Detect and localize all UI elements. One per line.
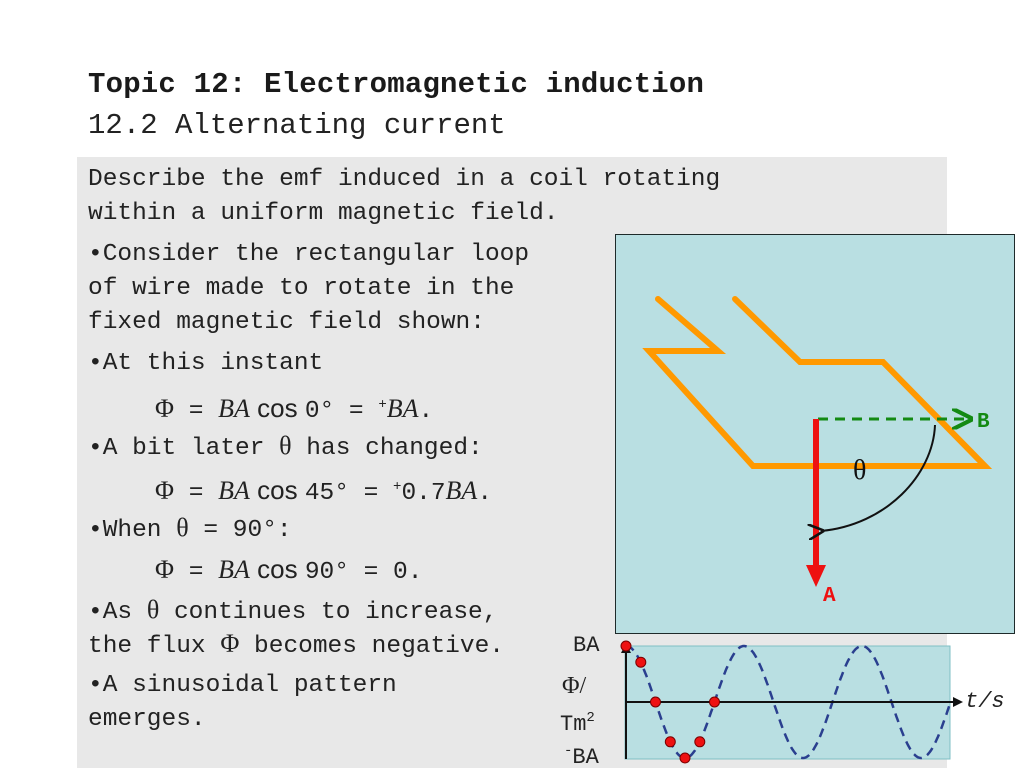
y-label-unit: Tm2 — [560, 710, 595, 737]
cos-term: cos — [249, 393, 305, 423]
angle-term: 0° = — [304, 398, 379, 425]
equals: = — [174, 480, 219, 507]
intro-line-2: within a uniform magnetic field. — [88, 200, 559, 227]
bullet-4-post: = 90°: — [188, 517, 292, 544]
x-axis-label: t/s — [965, 689, 1005, 714]
bullet-1-line-2: of wire made to rotate in the — [88, 275, 515, 302]
result-term: BA — [445, 476, 478, 505]
label-b: B — [977, 411, 990, 434]
bullet-4-pre: •When — [88, 517, 177, 544]
bullet-5-line-1: •As θ continues to increase, — [88, 593, 497, 630]
ba-term: BA — [218, 394, 250, 423]
angle-term: 90° = 0. — [304, 559, 423, 586]
theta-symbol: θ — [279, 431, 292, 460]
equals: = — [174, 398, 219, 425]
bullet-1-line-1: •Consider the rectangular loop — [88, 241, 530, 268]
area-vector-arrowhead — [806, 565, 826, 587]
cos-term: cos — [249, 554, 305, 584]
diagram-svg: B A θ — [642, 296, 993, 608]
result-term: BA — [386, 394, 419, 423]
x-axis-arrowhead — [953, 697, 963, 707]
x-label-text: t/s — [965, 689, 1005, 714]
equation-3: Φ = BA cos 90° = 0. — [155, 552, 422, 590]
bullet-6-line-2: emerges. — [88, 706, 206, 733]
tick-text: BA — [572, 745, 599, 770]
equation-2: Φ = BA cos 45° = +0.7BA. — [155, 470, 492, 511]
theta-symbol: θ — [176, 513, 189, 542]
intro-line-1: Describe the emf induced in a coil rotat… — [88, 166, 721, 193]
bullet-1-line-3: fixed magnetic field shown: — [88, 309, 485, 336]
bullet-5-line-2-pre: the flux — [88, 633, 221, 660]
bullet-3-post: has changed: — [291, 435, 483, 462]
phi-symbol: Φ — [220, 629, 240, 658]
bullet-5-pre: •As — [88, 599, 147, 626]
bullet-5-line-2: the flux Φ becomes negative. — [88, 627, 504, 664]
equals: = — [174, 559, 219, 586]
bullet-5-post: continues to increase, — [159, 599, 498, 626]
sign: + — [378, 397, 387, 413]
phi-symbol: Φ — [155, 555, 175, 584]
bullet-6-line-1: •A sinusoidal pattern — [88, 672, 397, 699]
period: . — [418, 398, 434, 425]
angle-term: 45° = — [304, 480, 394, 507]
label-a: A — [823, 585, 836, 608]
page-title: Topic 12: Electromagnetic induction — [88, 68, 705, 101]
unit-exponent: 2 — [586, 710, 595, 726]
y-tick-bottom: -BA — [564, 743, 599, 770]
equation-1: Φ = BA cos 0° = +BA. — [155, 388, 433, 429]
ba-term: BA — [218, 555, 250, 584]
phi-symbol: Φ — [155, 394, 175, 423]
coefficient: 0.7 — [401, 480, 446, 507]
bullet-3-pre: •A bit later — [88, 435, 280, 462]
theta-arc — [821, 424, 936, 531]
y-tick-top: BA — [573, 633, 600, 658]
period: . — [477, 480, 493, 507]
bullet-4: •When θ = 90°: — [88, 511, 292, 548]
bullet-5-line-2-post: becomes negative. — [239, 633, 504, 660]
page-subtitle: 12.2 Alternating current — [88, 109, 506, 142]
phi-symbol: Φ — [155, 476, 175, 505]
y-label-phi: Φ/ — [562, 673, 587, 699]
bullet-3: •A bit later θ has changed: — [88, 429, 483, 466]
bullet-2: •At this instant — [88, 350, 324, 377]
rotating-loop-diagram: B A θ — [615, 234, 1015, 634]
cos-term: cos — [249, 475, 305, 505]
label-theta: θ — [853, 455, 866, 486]
theta-symbol: θ — [146, 595, 160, 624]
ba-term: BA — [218, 476, 250, 505]
unit-text: Tm — [560, 712, 587, 737]
